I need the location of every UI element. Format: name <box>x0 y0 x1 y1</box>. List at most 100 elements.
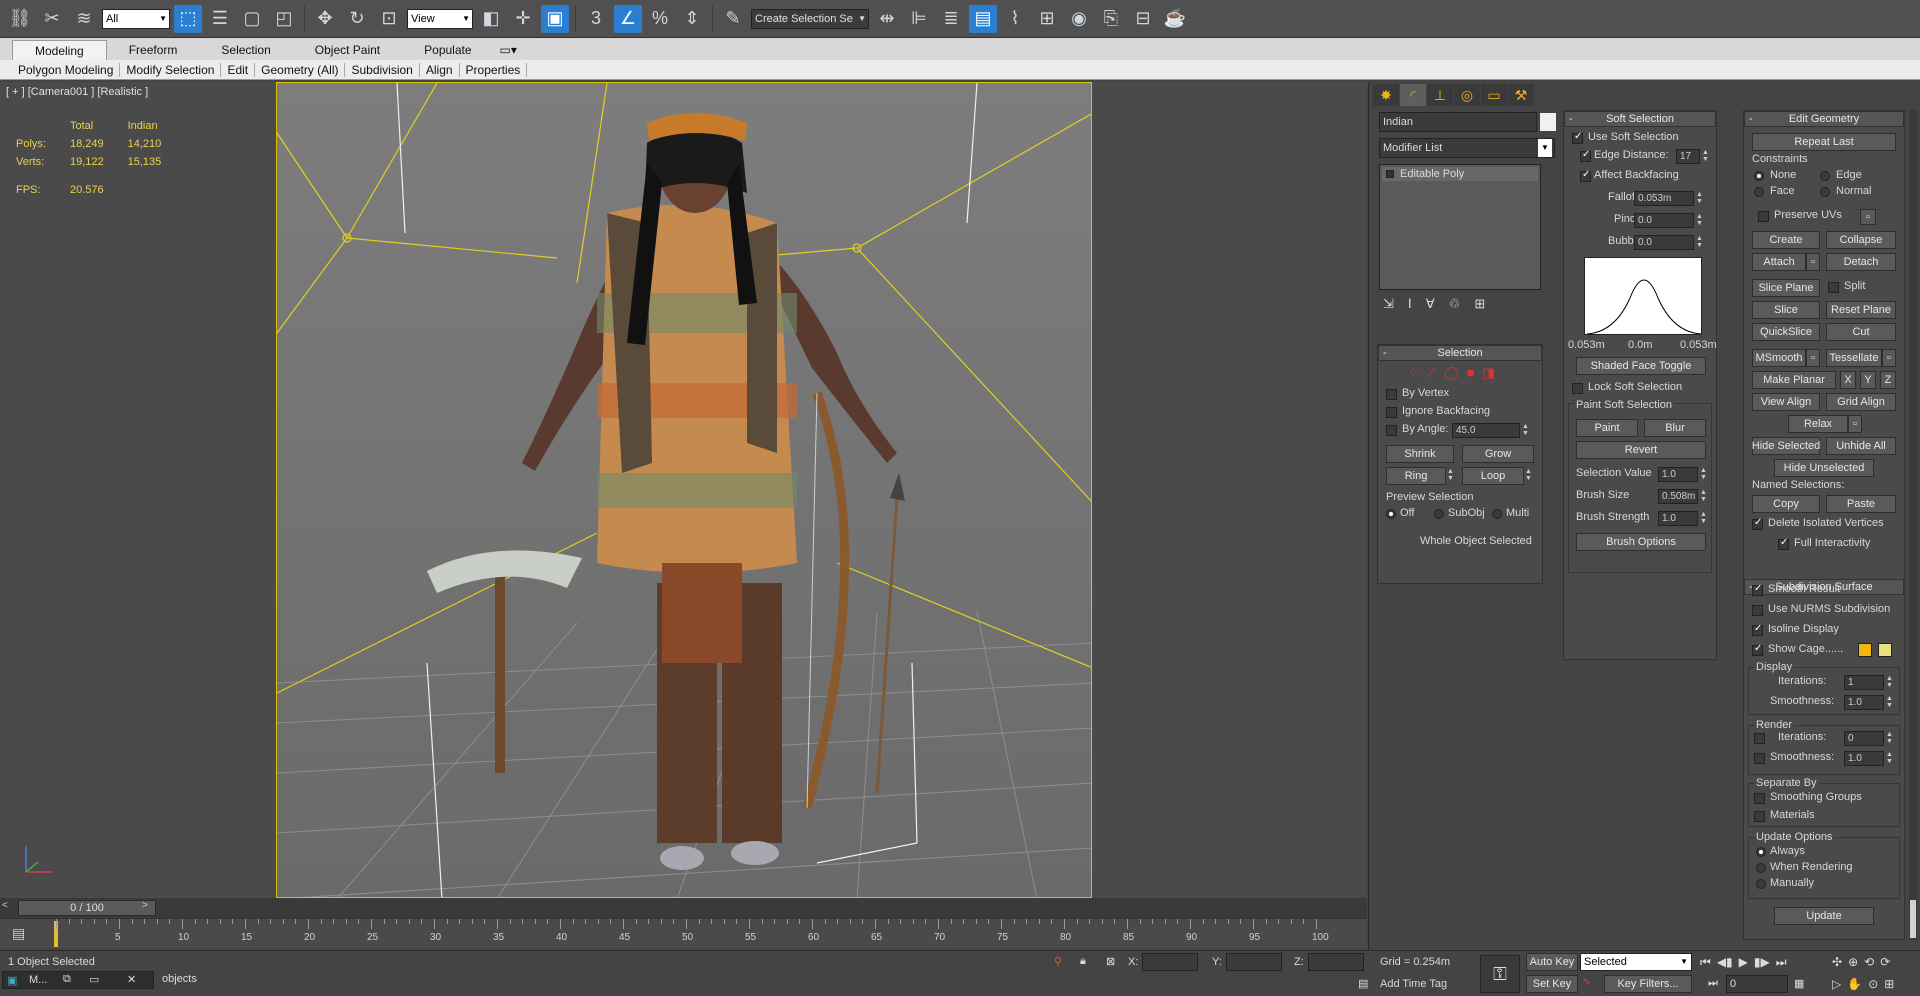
angle-snap-icon[interactable]: ∠ <box>614 4 642 33</box>
rect-selection-icon[interactable]: ▢ <box>238 5 266 33</box>
tessellate-settings-icon[interactable]: ▫ <box>1882 349 1896 367</box>
ring-spinner-arrows[interactable]: ▲ ▼ <box>1446 468 1455 483</box>
current-frame-field[interactable]: 0 <box>1726 975 1788 993</box>
constraint-normal-radio[interactable] <box>1820 187 1830 197</box>
display-iterations-arrows[interactable]: ▲ ▼ <box>1885 675 1894 690</box>
render-smoothness-spinner[interactable]: 1.0 <box>1844 751 1884 766</box>
display-tab-icon[interactable]: ▭ <box>1481 84 1507 106</box>
render-iterations-arrows[interactable]: ▲ ▼ <box>1885 731 1894 746</box>
preview-subobj-radio[interactable] <box>1434 509 1444 519</box>
soft-selection-rollout-title[interactable]: - Soft Selection <box>1564 111 1716 127</box>
edge-distance-spinner-arrows[interactable]: ▲ ▼ <box>1701 149 1710 164</box>
tessellate-button[interactable]: Tessellate <box>1826 349 1882 367</box>
stack-expand-icon[interactable] <box>1386 170 1394 178</box>
add-time-tag[interactable]: Add Time Tag <box>1380 978 1447 990</box>
maximize-viewport-icon[interactable]: ⊞ <box>1884 977 1894 991</box>
use-nurms-checkbox[interactable] <box>1752 605 1763 616</box>
time-next-icon[interactable]: > <box>142 900 156 916</box>
quickslice-button[interactable]: QuickSlice <box>1752 323 1820 341</box>
render-setup-icon[interactable]: ⎘ <box>1097 5 1125 33</box>
bubble-spinner[interactable]: 0.0 <box>1634 235 1694 250</box>
modifier-list-dropdown[interactable]: Modifier List ▼ <box>1379 138 1555 158</box>
make-unique-icon[interactable]: ∀ <box>1426 296 1435 312</box>
play-icon[interactable]: ▶ <box>1739 955 1748 970</box>
planar-z-button[interactable]: Z <box>1880 371 1896 389</box>
ribbon-modify-selection[interactable]: Modify Selection <box>120 62 222 77</box>
maxscript-mini-listener[interactable]: ▣ M... ⧉ ▭ ✕ <box>2 971 154 989</box>
cage-color-swatch-1[interactable] <box>1858 643 1872 657</box>
stack-item-editable-poly[interactable]: Editable Poly <box>1382 167 1538 181</box>
display-smoothness-spinner[interactable]: 1.0 <box>1844 695 1884 710</box>
paste-button[interactable]: Paste <box>1826 495 1896 513</box>
move-icon[interactable]: ✥ <box>311 5 339 33</box>
link-icon[interactable]: ⛓ <box>6 5 34 33</box>
orbit-icon[interactable]: ⊙ <box>1868 977 1878 991</box>
tab-populate[interactable]: Populate <box>402 40 493 60</box>
grow-button[interactable]: Grow <box>1462 445 1534 463</box>
named-selection-dropdown[interactable]: Create Selection Se ▼ <box>751 8 869 29</box>
set-key-icon[interactable]: ⚿ <box>1480 955 1520 993</box>
ribbon-polygon-modeling[interactable]: Polygon Modeling <box>12 62 121 77</box>
pan-icon[interactable]: ✋ <box>1847 977 1862 991</box>
smooth-result-checkbox[interactable] <box>1752 583 1763 596</box>
render-iterations-spinner[interactable]: 0 <box>1844 731 1884 746</box>
window-crossing-icon[interactable]: ◰ <box>270 5 298 33</box>
display-iterations-spinner[interactable]: 1 <box>1844 675 1884 690</box>
close-icon[interactable]: ✕ <box>127 973 136 986</box>
relax-button[interactable]: Relax <box>1788 415 1848 433</box>
render-iterations-checkbox[interactable] <box>1754 733 1765 744</box>
command-panel-scrollbar[interactable] <box>1909 110 1917 940</box>
selection-value-spinner-arrows[interactable]: ▲ ▼ <box>1699 467 1708 482</box>
constraint-edge-radio[interactable] <box>1820 171 1830 181</box>
msmooth-button[interactable]: MSmooth <box>1752 349 1806 367</box>
default-in-out-tangent-icon[interactable]: ∿ <box>1582 975 1591 988</box>
ribbon-geometry-all[interactable]: Geometry (All) <box>255 62 346 77</box>
modify-tab-icon[interactable]: ◜ <box>1400 84 1426 106</box>
split-checkbox[interactable] <box>1828 282 1839 293</box>
by-angle-checkbox[interactable] <box>1386 425 1397 436</box>
key-mode-dropdown[interactable]: Selected ▼ <box>1580 953 1692 971</box>
z-coord-field[interactable] <box>1308 953 1364 971</box>
tab-modeling[interactable]: Modeling <box>12 40 107 60</box>
isoline-display-checkbox[interactable] <box>1752 623 1763 636</box>
by-angle-spinner-arrows[interactable]: ▲ ▼ <box>1521 423 1530 438</box>
preserve-uvs-settings-icon[interactable]: ▫ <box>1860 209 1876 225</box>
select-by-name-icon[interactable]: ☰ <box>206 5 234 33</box>
edit-named-selection-icon[interactable]: ✎ <box>719 5 747 33</box>
pinch-spinner[interactable]: 0.0 <box>1634 213 1694 228</box>
by-vertex-checkbox[interactable] <box>1386 389 1397 400</box>
open-mini-curve-editor-icon[interactable]: ▤ <box>12 925 25 942</box>
time-prev-icon[interactable]: < <box>2 900 16 916</box>
full-interactivity-checkbox[interactable] <box>1778 537 1789 550</box>
hierarchy-tab-icon[interactable]: ⊥ <box>1427 84 1453 106</box>
brush-strength-spinner[interactable]: 1.0 <box>1658 511 1698 526</box>
lock-soft-selection-checkbox[interactable] <box>1572 383 1583 394</box>
render-production-icon[interactable]: ☕ <box>1161 5 1189 33</box>
update-button[interactable]: Update <box>1774 907 1874 925</box>
view-align-button[interactable]: View Align <box>1752 393 1820 411</box>
shrink-button[interactable]: Shrink <box>1386 445 1454 463</box>
key-filters-button[interactable]: Key Filters... <box>1604 975 1692 993</box>
update-when-rendering-radio[interactable] <box>1756 863 1766 873</box>
zoom-icon[interactable]: ✣ <box>1832 955 1842 969</box>
loop-button[interactable]: Loop <box>1462 467 1524 485</box>
zoom-extents-all-icon[interactable]: ⟳ <box>1880 955 1890 969</box>
attach-list-icon[interactable]: ▫ <box>1806 253 1820 271</box>
reset-plane-button[interactable]: Reset Plane <box>1826 301 1896 319</box>
select-object-icon[interactable]: ⬚ <box>174 4 202 33</box>
paint-button[interactable]: Paint <box>1576 419 1638 437</box>
element-level-icon[interactable]: ◨ <box>1482 365 1494 381</box>
go-to-end-icon[interactable]: ⏭ <box>1776 955 1787 970</box>
curve-editor-icon[interactable]: ⌇ <box>1001 5 1029 33</box>
unlink-icon[interactable]: ✂ <box>38 5 66 33</box>
falloff-spinner-arrows[interactable]: ▲ ▼ <box>1695 191 1704 206</box>
isolate-selection-icon[interactable]: ⚲ <box>1054 955 1062 968</box>
set-key-button[interactable]: Set Key <box>1526 975 1578 993</box>
snaps-toggle-icon[interactable]: 3 <box>582 5 610 33</box>
tab-freeform[interactable]: Freeform <box>107 40 200 60</box>
affect-backfacing-checkbox[interactable] <box>1580 169 1591 182</box>
ribbon-properties[interactable]: Properties <box>460 62 528 77</box>
unhide-all-button[interactable]: Unhide All <box>1826 437 1896 455</box>
grid-align-button[interactable]: Grid Align <box>1826 393 1896 411</box>
border-level-icon[interactable]: ◯ <box>1444 365 1459 381</box>
